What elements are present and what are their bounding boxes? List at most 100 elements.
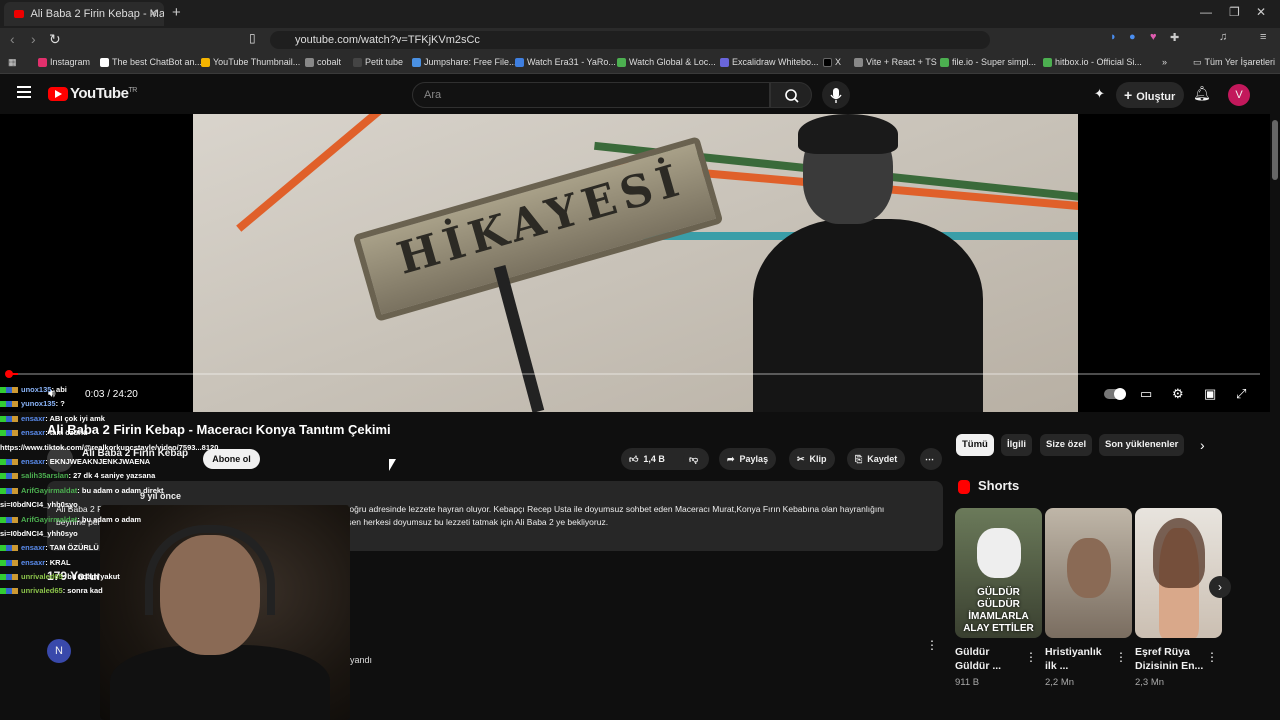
bookmarks-overflow-icon[interactable]: » (1162, 57, 1167, 67)
youtube-logo[interactable]: YouTubeTR (48, 85, 137, 102)
chat-message: ensaxr: EKNJWEAKNJENKJWAENA (0, 457, 300, 471)
bookmark-label: Vite + React + TS (866, 57, 937, 67)
bookmark-favicon-icon (854, 58, 863, 68)
chat-text: : 27 dk 4 saniye yazsana (68, 471, 156, 481)
chip-related[interactable]: İlgili (1001, 434, 1032, 456)
subtitles-icon[interactable]: ▭ (1140, 386, 1152, 402)
chat-text: : TAM ÖZÜRLÜ (45, 543, 99, 553)
chat-message: si=I0bdNCI4_yhh0syo (0, 500, 300, 514)
search-input[interactable]: Ara (412, 82, 770, 108)
gemini-sparkle-icon[interactable]: ✦ (1094, 86, 1105, 102)
music-icon[interactable]: ♫ (1219, 31, 1227, 43)
bookmark-item[interactable]: YouTube Thumbnail... (201, 57, 301, 68)
bookmark-item[interactable]: Vite + React + TS (854, 57, 937, 68)
miniplayer-icon[interactable]: ▣ (1204, 386, 1216, 402)
progress-scrubber[interactable] (5, 370, 13, 378)
bookmark-item[interactable]: cobalt (305, 57, 341, 68)
microphone-icon (830, 88, 842, 103)
like-count: 1,4 B (643, 454, 665, 464)
account-avatar[interactable]: V (1228, 84, 1250, 106)
short-figure-hair (1153, 518, 1205, 588)
new-tab-icon[interactable]: + (172, 4, 181, 21)
bookmark-item[interactable]: Excalidraw Whitebo... (720, 57, 819, 68)
extensions-puzzle-icon[interactable]: ✚ (1170, 31, 1179, 44)
bookmark-item[interactable]: X (823, 57, 841, 68)
short-thumbnail[interactable] (1045, 508, 1132, 638)
extension-icon[interactable]: ● (1129, 31, 1136, 43)
chip-recent[interactable]: Son yüklenenler (1099, 434, 1185, 456)
maximize-icon[interactable]: ❐ (1229, 5, 1240, 19)
share-button[interactable]: ➦ Paylaş (719, 448, 777, 470)
chip-for-you[interactable]: Size özel (1040, 434, 1093, 456)
bookmark-label: Watch Era31 - YaRo... (527, 57, 616, 67)
close-tab-icon[interactable]: ✕ (149, 2, 158, 26)
short-thumbnail[interactable] (1135, 508, 1222, 638)
comment-avatar[interactable]: N (47, 639, 71, 663)
bookmark-label: hitbox.io - Official Si... (1055, 57, 1142, 67)
bookmark-label: YouTube Thumbnail... (213, 57, 301, 67)
sign-pole (493, 265, 545, 412)
bookmark-label: The best ChatBot an... (112, 57, 203, 67)
voice-search-button[interactable] (822, 81, 850, 109)
minimize-icon[interactable]: — (1200, 5, 1212, 19)
progress-bar[interactable] (10, 373, 1260, 375)
browser-tab[interactable]: Ali Baba 2 Firin Kebap - Mace ✕ (4, 2, 164, 26)
clip-label: Klip (809, 454, 827, 464)
x-logo-icon (823, 58, 832, 68)
bookmark-favicon-icon (100, 58, 109, 68)
all-bookmarks-folder[interactable]: ▭ Tüm Yer İşaretleri (1193, 57, 1275, 68)
bookmark-item[interactable]: hitbox.io - Official Si... (1043, 57, 1142, 68)
short-title[interactable]: Güldür Güldür ... (955, 645, 1025, 673)
chip-all[interactable]: Tümü (956, 434, 994, 456)
save-button[interactable]: ⎘ Kaydet (847, 448, 906, 470)
logo-text: YouTube (70, 85, 129, 102)
page-scrollbar[interactable] (1270, 114, 1280, 720)
chips-next-icon[interactable]: › (1200, 437, 1205, 453)
more-actions-button[interactable]: ⋯ (920, 448, 942, 470)
clip-button[interactable]: ✂ Klip (789, 448, 835, 470)
fullscreen-icon[interactable]: ⤢ (1236, 386, 1246, 402)
back-icon[interactable]: ‹ (10, 31, 15, 47)
hamburger-menu-icon[interactable] (17, 86, 31, 98)
url-text: youtube.com/watch?v=TFKjKVm2sCc (295, 34, 480, 46)
comment-more-icon[interactable]: ⋮ (926, 638, 938, 652)
bookmark-item[interactable]: Petit tube (353, 57, 403, 68)
dislike-button[interactable]: 👎︎ (683, 448, 709, 470)
bookmark-item[interactable]: Instagram (38, 57, 90, 68)
window-close-icon[interactable]: ✕ (1256, 5, 1266, 19)
url-field[interactable]: youtube.com/watch?v=TFKjKVm2sCc (270, 31, 990, 49)
extension-icon[interactable]: ♥ (1150, 31, 1157, 43)
extension-icon[interactable]: ◗ (1110, 31, 1117, 43)
short-more-icon[interactable]: ⋮ (1206, 650, 1218, 664)
create-button[interactable]: + Oluştur (1116, 82, 1184, 108)
bookmark-item[interactable]: file.io - Super simpl... (940, 57, 1036, 68)
short-title[interactable]: Hristiyanlık ilk ... (1045, 645, 1115, 673)
forward-icon[interactable]: › (31, 31, 36, 47)
short-more-icon[interactable]: ⋮ (1115, 650, 1127, 664)
bookmark-item[interactable]: Jumpshare: Free File... (412, 57, 517, 68)
bookmark-item[interactable]: Watch Global & Loc... (617, 57, 716, 68)
scrollbar-thumb[interactable] (1272, 120, 1278, 180)
browser-menu-icon[interactable]: ≡ (1260, 31, 1266, 43)
notifications-bell-icon[interactable]: 🔔︎ (1193, 85, 1211, 102)
autoplay-toggle[interactable] (1104, 387, 1126, 402)
bookmark-item[interactable]: Watch Era31 - YaRo... (515, 57, 616, 68)
chat-username: ensaxr (21, 543, 46, 553)
shorts-next-icon[interactable]: › (1209, 576, 1231, 598)
short-more-icon[interactable]: ⋮ (1025, 650, 1037, 664)
chat-message: unrivaled65: sonra kad (0, 586, 300, 600)
video-player[interactable]: HİKAYESİ 🔊︎ 0:03 / 24:20 ▭ ⚙ ▣ ⤢ (0, 114, 1270, 412)
chat-badges-icon (0, 545, 18, 552)
tab-title: Ali Baba 2 Firin Kebap - Mace (30, 8, 164, 20)
chat-text: : bu adam o adam direkt (77, 485, 164, 495)
short-title[interactable]: Eşref Rüya Dizisinin En... (1135, 645, 1205, 673)
settings-gear-icon[interactable]: ⚙ (1172, 386, 1184, 402)
chat-username: ensaxr (21, 456, 46, 466)
bookmark-item[interactable]: The best ChatBot an... (100, 57, 203, 68)
short-thumbnail[interactable]: GÜLDÜR GÜLDÜR İMAMLARLA ALAY ETTİLER (955, 508, 1042, 638)
apps-icon[interactable]: ▦ (8, 57, 17, 68)
reload-icon[interactable]: ↻ (49, 31, 61, 48)
chat-badges-icon (0, 516, 18, 523)
search-button[interactable] (770, 82, 812, 108)
bookmark-icon[interactable]: ▯ (249, 31, 256, 45)
